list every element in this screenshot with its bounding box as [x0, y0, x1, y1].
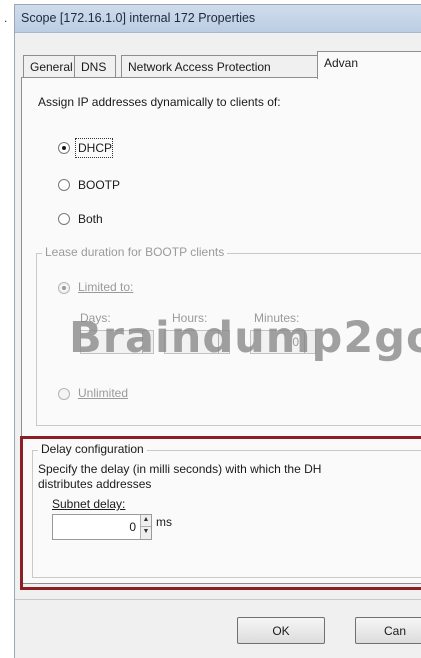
delay-description-line1: Specify the delay (in milli seconds) wit…	[38, 462, 322, 476]
hours-spinner[interactable]	[164, 330, 230, 354]
tab-advanced[interactable]: Advan	[317, 51, 421, 79]
minutes-value: 0	[292, 335, 299, 349]
radio-dhcp-label[interactable]: DHCP	[78, 141, 112, 155]
cancel-button-label: Can	[383, 624, 406, 638]
footer-separator	[15, 599, 421, 600]
radio-bootp[interactable]	[58, 179, 70, 191]
radio-both-label[interactable]: Both	[78, 212, 103, 226]
days-spinner-buttons[interactable]	[142, 331, 153, 353]
hours-spinner-buttons[interactable]	[218, 331, 229, 353]
radio-dhcp[interactable]	[58, 142, 70, 154]
radio-unlimited-label[interactable]: Unlimited	[78, 386, 128, 400]
subnet-delay-label: Subnet delay:	[52, 497, 126, 511]
minutes-label: Minutes:	[254, 311, 300, 325]
ok-button[interactable]: OK	[237, 617, 325, 644]
minutes-spinner[interactable]: 0	[250, 330, 316, 354]
delay-config-legend: Delay configuration	[38, 442, 147, 456]
tab-advanced-label: Advan	[324, 56, 359, 70]
advanced-tab-panel: Assign IP addresses dynamically to clien…	[20, 77, 421, 590]
radio-bootp-label[interactable]: BOOTP	[78, 178, 120, 192]
subnet-delay-unit: ms	[156, 515, 172, 529]
tab-general[interactable]: General	[23, 55, 75, 78]
delay-description-line2: distributes addresses	[38, 477, 152, 491]
subnet-delay-spinner[interactable]: 0 ▲ ▼	[52, 514, 152, 540]
lease-duration-legend: Lease duration for BOOTP clients	[42, 245, 228, 259]
hours-label: Hours:	[172, 311, 208, 325]
radio-limited-label[interactable]: Limited to:	[78, 280, 133, 294]
radio-limited[interactable]	[58, 282, 70, 294]
dialog-titlebar: Scope [172.16.1.0] internal 172 Properti…	[15, 5, 421, 33]
days-spinner[interactable]	[80, 330, 154, 354]
radio-both[interactable]	[58, 213, 70, 225]
tab-general-label: General	[30, 60, 73, 74]
tab-nap-label: Network Access Protection	[128, 60, 271, 74]
assign-heading: Assign IP addresses dynamically to clien…	[38, 95, 281, 109]
tab-dns-label: DNS	[81, 60, 107, 74]
spin-up-icon[interactable]: ▲	[141, 515, 151, 527]
tab-strip: General DNS Network Access Protection Ad…	[21, 51, 421, 79]
tab-dns[interactable]: DNS	[74, 55, 116, 78]
cancel-button[interactable]: Can	[355, 617, 421, 644]
radio-unlimited[interactable]	[58, 388, 70, 400]
days-label: Days:	[80, 311, 111, 325]
leading-mark: .	[4, 11, 8, 25]
radio-limited-dot	[62, 286, 66, 290]
spin-down-icon[interactable]: ▼	[141, 527, 151, 539]
subnet-delay-value: 0	[129, 520, 136, 534]
tab-network-access-protection[interactable]: Network Access Protection	[121, 55, 319, 78]
radio-dhcp-dot	[62, 146, 66, 150]
dialog-title: Scope [172.16.1.0] internal 172 Properti…	[21, 11, 256, 25]
minutes-spinner-buttons[interactable]	[304, 331, 315, 353]
properties-dialog: Scope [172.16.1.0] internal 172 Properti…	[14, 4, 421, 658]
ok-button-label: OK	[272, 624, 290, 638]
subnet-delay-spinner-buttons: ▲ ▼	[140, 515, 151, 539]
